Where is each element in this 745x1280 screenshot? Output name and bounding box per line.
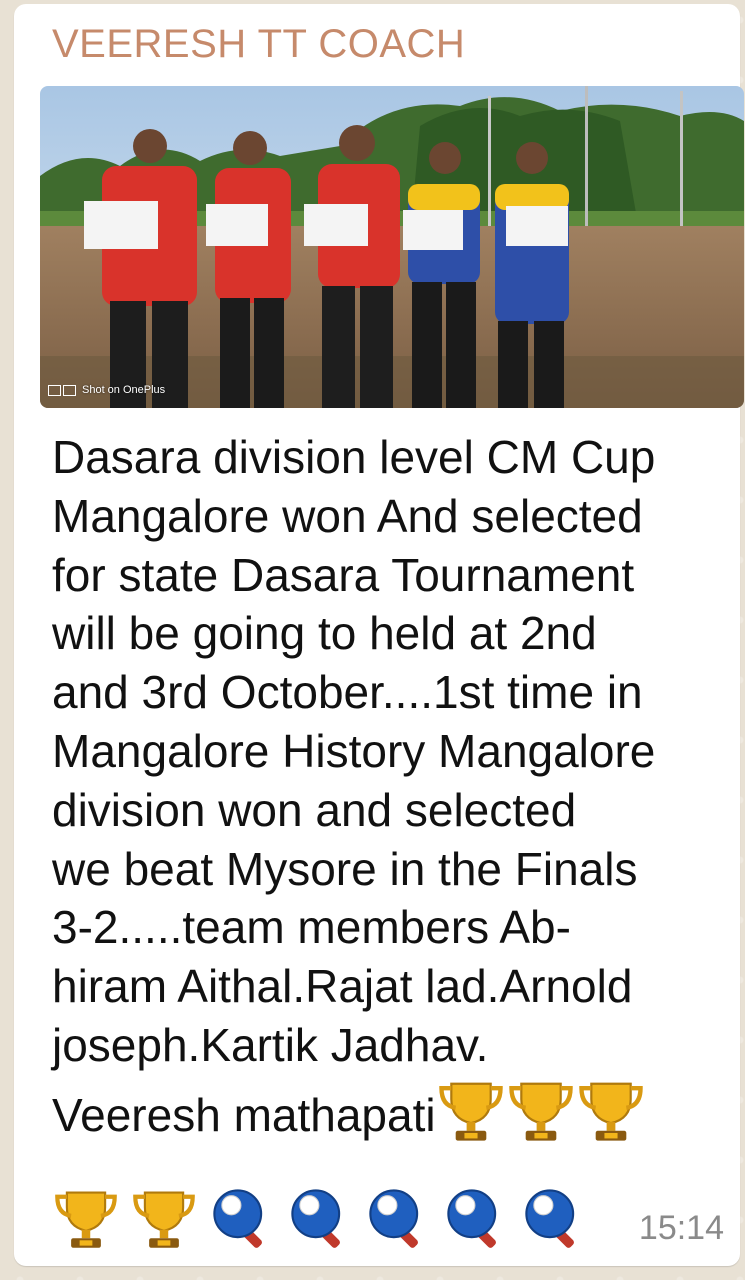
sender-name[interactable]: VEERESH TT COACH <box>52 22 465 67</box>
trophy-emoji <box>130 1184 198 1265</box>
message-line: and 3rd October....1st time in <box>52 666 643 719</box>
inline-emoji-group <box>436 1082 646 1141</box>
message-line: will be going to held at 2nd <box>52 607 597 660</box>
message-bubble[interactable]: VEERESH TT COACH Shot on OnePlus Dasara … <box>14 4 744 1266</box>
ping-pong-emoji <box>364 1184 432 1265</box>
team-photo-image <box>40 86 744 408</box>
trophy-icon <box>438 1082 503 1141</box>
message-timestamp: 15:14 <box>638 1209 724 1247</box>
message-line: for state Dasara Tournament <box>52 548 635 601</box>
trophy-icon <box>133 1191 195 1248</box>
signature-text: Veeresh mathapati <box>52 1088 436 1141</box>
trophy-icon <box>508 1082 573 1141</box>
message-line: Mangalore History Mangalore <box>52 724 656 777</box>
trophy-icon <box>55 1191 117 1248</box>
message-line-signature: Veeresh mathapati <box>52 1075 742 1145</box>
ping-pong-icon <box>525 1189 575 1248</box>
ping-pong-emoji <box>442 1184 510 1265</box>
trophy-emoji <box>52 1184 120 1265</box>
watermark-text: Shot on OnePlus <box>82 384 166 396</box>
message-line: 3-2.....team members Ab- <box>52 901 571 954</box>
message-line: Dasara division level CM Cup <box>52 431 656 483</box>
message-text: Dasara division level CM Cup Mangalore w… <box>52 428 742 1145</box>
message-line: we beat Mysore in the Finals <box>52 842 638 895</box>
message-line: hiram Aithal.Rajat lad.Arnold <box>52 960 633 1013</box>
message-line: joseph.Kartik Jadhav. <box>52 1018 489 1071</box>
camera-frame-icon <box>48 385 76 396</box>
ping-pong-emoji <box>208 1184 276 1265</box>
ping-pong-icon <box>369 1189 419 1248</box>
ping-pong-icon <box>291 1189 341 1248</box>
message-photo[interactable]: Shot on OnePlus <box>40 86 744 408</box>
photo-watermark: Shot on OnePlus <box>48 385 165 396</box>
trophy-icon <box>578 1082 643 1141</box>
ping-pong-emoji <box>520 1184 588 1265</box>
message-line: Mangalore won And selected <box>52 489 643 542</box>
emoji-row <box>52 1184 588 1265</box>
ping-pong-icon <box>213 1189 263 1248</box>
ping-pong-icon <box>447 1189 497 1248</box>
ping-pong-emoji <box>286 1184 354 1265</box>
message-line: division won and selected <box>52 783 577 836</box>
